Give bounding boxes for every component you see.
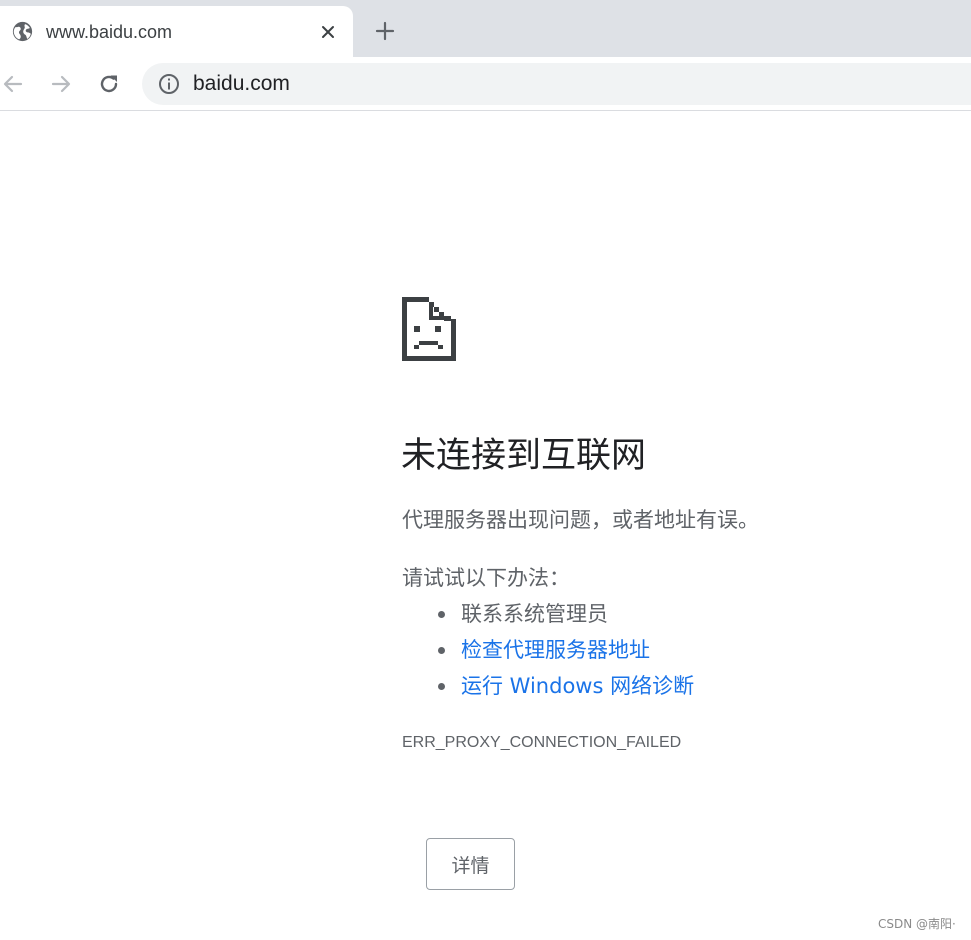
close-icon[interactable]	[316, 20, 340, 44]
suggestions-heading: 请试试以下办法：	[402, 566, 570, 590]
details-button[interactable]: 详情	[426, 838, 515, 890]
network-diagnostics-link[interactable]: 运行 Windows 网络诊断	[461, 674, 694, 698]
suggestion-check-proxy[interactable]: 检查代理服务器地址	[438, 634, 694, 670]
suggestion-network-diagnostics[interactable]: 运行 Windows 网络诊断	[438, 670, 694, 706]
reload-icon[interactable]	[94, 69, 124, 99]
error-page: 未连接到互联网 代理服务器出现问题，或者地址有误。 请试试以下办法： 联系系统管…	[0, 112, 971, 940]
tab-strip: www.baidu.com	[0, 0, 971, 57]
sad-document-icon	[402, 297, 456, 361]
info-icon[interactable]	[158, 73, 180, 95]
tab-title: www.baidu.com	[46, 22, 173, 42]
browser-tab[interactable]: www.baidu.com	[0, 6, 353, 57]
arrow-left-icon[interactable]	[0, 69, 28, 99]
error-code: ERR_PROXY_CONNECTION_FAILED	[402, 734, 682, 751]
arrow-right-icon[interactable]	[46, 69, 76, 99]
bullet	[438, 647, 445, 654]
error-description: 代理服务器出现问题，或者地址有误。	[402, 508, 759, 532]
omnibox[interactable]: baidu.com	[142, 63, 971, 105]
globe-icon	[12, 21, 33, 42]
browser-toolbar: baidu.com	[0, 57, 971, 111]
bullet	[438, 611, 445, 618]
suggestion-label: 联系系统管理员	[461, 602, 608, 626]
check-proxy-link[interactable]: 检查代理服务器地址	[461, 638, 650, 662]
watermark: CSDN @南阳·	[878, 917, 956, 931]
address-text[interactable]: baidu.com	[193, 71, 290, 97]
plus-icon[interactable]	[370, 16, 400, 46]
error-title: 未连接到互联网	[401, 436, 647, 476]
bullet	[438, 683, 445, 690]
suggestion-contact-admin: 联系系统管理员	[438, 598, 694, 634]
suggestions-list: 联系系统管理员 检查代理服务器地址 运行 Windows 网络诊断	[438, 598, 694, 706]
